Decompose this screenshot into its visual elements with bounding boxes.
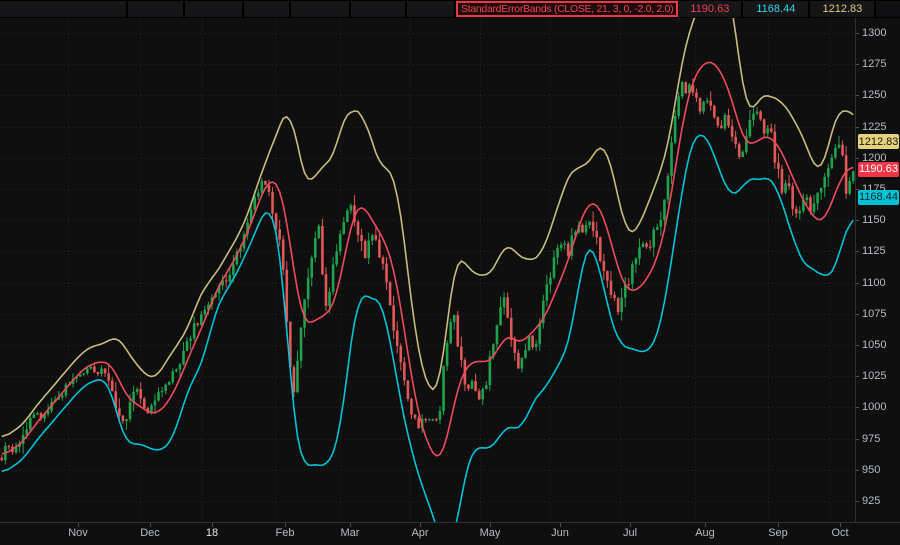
time-tick-label: Mar (341, 527, 360, 539)
price-tick-mark (856, 64, 859, 65)
price-tick-label: 1125 (862, 245, 886, 257)
time-axis[interactable]: Nov Dec 18 Feb Mar Apr May Jun Jul Aug Sep Oct (0, 522, 900, 545)
legend-bar-filler (876, 1, 900, 17)
middle-band-readout: 1190.63 (690, 3, 729, 15)
legend-empty-cell[interactable] (128, 1, 185, 17)
price-tick-mark (856, 220, 859, 221)
price-tick-label: 1000 (862, 401, 886, 413)
legend-empty-cell[interactable] (244, 1, 291, 17)
price-tick-mark (856, 501, 859, 502)
time-tick-label: Feb (276, 527, 295, 539)
lower-band-readout: 1168.44 (756, 3, 795, 15)
time-tick-label: Aug (695, 527, 715, 539)
price-tick-label: 1300 (862, 27, 886, 39)
price-tick-mark (856, 470, 859, 471)
time-tick-label: Oct (831, 527, 848, 539)
middle-band-badge: 1190.63 (858, 162, 899, 177)
price-tick-mark (856, 407, 859, 408)
price-tick-label: 1250 (862, 89, 886, 101)
legend-empty-cell[interactable] (407, 1, 456, 17)
price-tick-label: 1025 (862, 370, 886, 382)
price-tick-label: 925 (862, 495, 880, 507)
price-tick-mark (856, 33, 859, 34)
indicator-legend[interactable]: StandardErrorBands (CLOSE, 21, 3, 0, -2.… (456, 1, 678, 17)
legend-empty-cell[interactable] (0, 1, 128, 17)
time-tick-label: Nov (68, 527, 88, 539)
time-tick-label: Jul (623, 527, 637, 539)
price-chart-canvas[interactable] (0, 18, 855, 522)
upper-band-badge: 1212.83 (858, 134, 899, 149)
price-tick-mark (856, 283, 859, 284)
time-tick-label: Sep (768, 527, 788, 539)
price-tick-label: 950 (862, 464, 880, 476)
price-axis[interactable]: 1300127512501225120011751150112511001075… (855, 18, 900, 522)
price-tick-mark (856, 127, 859, 128)
price-tick-mark (856, 158, 859, 159)
legend-empty-cell[interactable] (291, 1, 351, 17)
price-tick-label: 1050 (862, 339, 886, 351)
time-tick-label: 18 (206, 527, 218, 539)
time-tick-label: Jun (551, 527, 569, 539)
price-tick-label: 1150 (862, 214, 886, 226)
indicator-label: StandardErrorBands (CLOSE, 21, 3, 0, -2.… (461, 3, 673, 15)
time-tick-label: May (480, 527, 501, 539)
price-tick-mark (856, 376, 859, 377)
time-tick-label: Apr (411, 527, 428, 539)
upper-band-readout: 1212.83 (822, 3, 862, 15)
legend-bar: StandardErrorBands (CLOSE, 21, 3, 0, -2.… (0, 0, 900, 18)
indicator-middle-readout: 1190.63 (678, 1, 743, 17)
time-tick-label: Dec (140, 527, 160, 539)
price-tick-label: 1275 (862, 58, 886, 70)
legend-empty-cell[interactable] (185, 1, 244, 17)
price-tick-mark (856, 345, 859, 346)
price-tick-label: 1075 (862, 308, 886, 320)
price-tick-mark (856, 314, 859, 315)
price-tick-label: 975 (862, 433, 880, 445)
lower-band-badge: 1168.44 (858, 190, 899, 205)
price-tick-label: 1100 (862, 277, 886, 289)
chart-pane: 1300127512501225120011751150112511001075… (0, 18, 900, 522)
price-tick-mark (856, 95, 859, 96)
indicator-lower-readout: 1168.44 (743, 1, 810, 17)
legend-empty-cell[interactable] (351, 1, 407, 17)
price-tick-mark (856, 439, 859, 440)
indicator-upper-readout: 1212.83 (810, 1, 876, 17)
price-tick-label: 1225 (862, 121, 886, 133)
price-tick-mark (856, 251, 859, 252)
